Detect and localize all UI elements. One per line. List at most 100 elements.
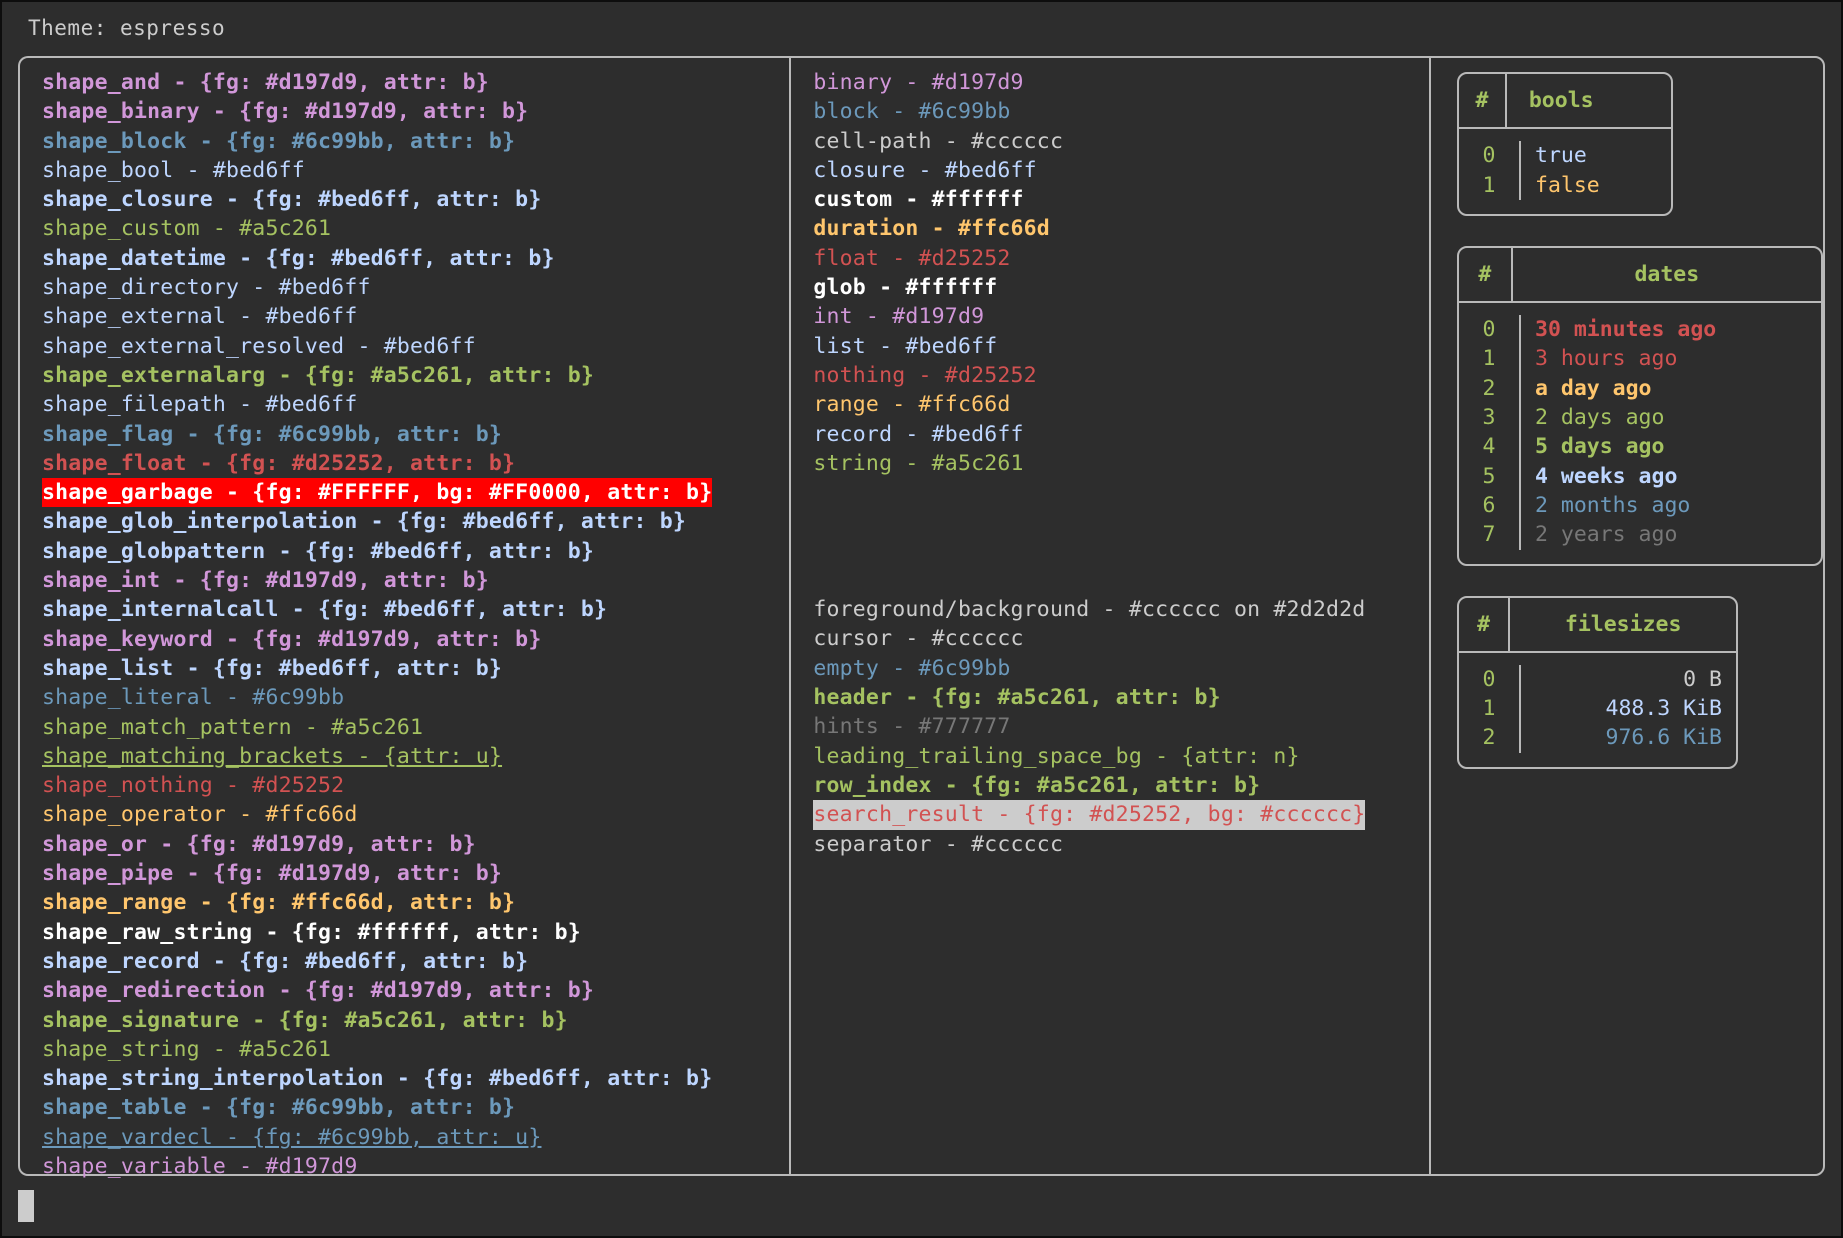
shape-entry: shape_binary - {fg: #d197d9, attr: b} [42, 97, 789, 126]
table-row: 030 minutes ago [1459, 315, 1821, 344]
theme-preview-panels: shape_and - {fg: #d197d9, attr: b}shape_… [18, 56, 1825, 1176]
type-entry: duration - #ffc66d [813, 214, 1429, 243]
shape-entry: shape_internalcall - {fg: #bed6ff, attr:… [42, 595, 789, 624]
type-entry: closure - #bed6ff [813, 156, 1429, 185]
row-index-cell: 1 [1459, 694, 1521, 723]
ui-element-entry: hints - #777777 [813, 712, 1429, 741]
dates-index-header: # [1459, 248, 1513, 301]
row-index-cell: 0 [1459, 665, 1521, 694]
shape-entry: shape_signature - {fg: #a5c261, attr: b} [42, 1006, 789, 1035]
filesizes-table: # filesizes 00 B1488.3 KiB2976.6 KiB [1457, 596, 1738, 769]
dates-table-header: # dates [1459, 248, 1821, 303]
type-entry: float - #d25252 [813, 244, 1429, 273]
terminal-screen: Theme: espresso shape_and - {fg: #d197d9… [2, 2, 1841, 1236]
shape-entry: shape_keyword - {fg: #d197d9, attr: b} [42, 625, 789, 654]
type-entry: custom - #ffffff [813, 185, 1429, 214]
row-value-cell: 2 years ago [1521, 520, 1821, 549]
ui-element-entry: search_result - {fg: #d25252, bg: #ccccc… [813, 800, 1365, 829]
row-index-cell: 1 [1459, 344, 1521, 373]
row-index-cell: 0 [1459, 315, 1521, 344]
bools-index-header: # [1459, 74, 1507, 127]
shape-entry: shape_nothing - #d25252 [42, 771, 789, 800]
row-index-cell: 2 [1459, 374, 1521, 403]
type-entry: glob - #ffffff [813, 273, 1429, 302]
row-value-cell: 4 weeks ago [1521, 462, 1821, 491]
type-entry: range - #ffc66d [813, 390, 1429, 419]
shape-entry: shape_garbage - {fg: #FFFFFF, bg: #FF000… [42, 478, 712, 507]
type-entry: string - #a5c261 [813, 449, 1429, 478]
type-entry: cell-path - #cccccc [813, 127, 1429, 156]
terminal-cursor [18, 1190, 34, 1222]
shapes-column: shape_and - {fg: #d197d9, attr: b}shape_… [18, 56, 789, 1176]
shape-entry: shape_directory - #bed6ff [42, 273, 789, 302]
table-row: 54 weeks ago [1459, 462, 1821, 491]
row-value-cell: 0 B [1521, 665, 1736, 694]
type-entry: binary - #d197d9 [813, 68, 1429, 97]
shape-entry: shape_closure - {fg: #bed6ff, attr: b} [42, 185, 789, 214]
shape-entry: shape_string_interpolation - {fg: #bed6f… [42, 1064, 789, 1093]
types-list: binary - #d197d9block - #6c99bbcell-path… [813, 68, 1429, 478]
shape-entry: shape_external_resolved - #bed6ff [42, 332, 789, 361]
shape-entry: shape_record - {fg: #bed6ff, attr: b} [42, 947, 789, 976]
table-row: 00 B [1459, 665, 1736, 694]
table-row: 0true [1459, 141, 1671, 170]
table-row: 45 days ago [1459, 432, 1821, 461]
type-entry: list - #bed6ff [813, 332, 1429, 361]
types-and-ui-column: binary - #d197d9block - #6c99bbcell-path… [789, 56, 1429, 1176]
row-value-cell: 5 days ago [1521, 432, 1821, 461]
shape-entry: shape_int - {fg: #d197d9, attr: b} [42, 566, 789, 595]
ui-element-entry: leading_trailing_space_bg - {attr: n} [813, 742, 1429, 771]
shape-entry: shape_raw_string - {fg: #ffffff, attr: b… [42, 918, 789, 947]
row-index-cell: 0 [1459, 141, 1521, 170]
shape-entry: shape_or - {fg: #d197d9, attr: b} [42, 830, 789, 859]
filesizes-table-header: # filesizes [1459, 598, 1736, 653]
shape-entry: shape_vardecl - {fg: #6c99bb, attr: u} [42, 1123, 789, 1152]
row-index-cell: 6 [1459, 491, 1521, 520]
bools-table-header: # bools [1459, 74, 1671, 129]
shape-entry: shape_redirection - {fg: #d197d9, attr: … [42, 976, 789, 1005]
shape-entry: shape_list - {fg: #bed6ff, attr: b} [42, 654, 789, 683]
row-value-cell: 30 minutes ago [1521, 315, 1821, 344]
bools-table-body: 0true1false [1459, 129, 1671, 214]
ui-element-entry: header - {fg: #a5c261, attr: b} [813, 683, 1429, 712]
shape-entry: shape_externalarg - {fg: #a5c261, attr: … [42, 361, 789, 390]
type-entry: block - #6c99bb [813, 97, 1429, 126]
shape-entry: shape_datetime - {fg: #bed6ff, attr: b} [42, 244, 789, 273]
shape-entry: shape_external - #bed6ff [42, 302, 789, 331]
row-index-cell: 4 [1459, 432, 1521, 461]
row-index-cell: 5 [1459, 462, 1521, 491]
shape-entry: shape_custom - #a5c261 [42, 214, 789, 243]
shape-entry: shape_filepath - #bed6ff [42, 390, 789, 419]
filesizes-index-header: # [1459, 598, 1510, 651]
shape-entry: shape_matching_brackets - {attr: u} [42, 742, 789, 771]
table-row: 1488.3 KiB [1459, 694, 1736, 723]
type-entry: nothing - #d25252 [813, 361, 1429, 390]
row-value-cell: 3 hours ago [1521, 344, 1821, 373]
dates-title-header: dates [1513, 248, 1821, 301]
shape-entry: shape_table - {fg: #6c99bb, attr: b} [42, 1093, 789, 1122]
ui-element-entry: cursor - #cccccc [813, 624, 1429, 653]
filesizes-table-body: 00 B1488.3 KiB2976.6 KiB [1459, 653, 1736, 767]
sample-tables-column: # bools 0true1false # dates 030 minutes … [1429, 56, 1825, 1176]
row-index-cell: 2 [1459, 723, 1521, 752]
shape-entry: shape_bool - #bed6ff [42, 156, 789, 185]
table-row: 72 years ago [1459, 520, 1821, 549]
shape-entry: shape_block - {fg: #6c99bb, attr: b} [42, 127, 789, 156]
shape-entry: shape_flag - {fg: #6c99bb, attr: b} [42, 420, 789, 449]
theme-label: Theme: espresso [18, 16, 1825, 46]
filesizes-title-header: filesizes [1510, 598, 1736, 651]
table-row: 2976.6 KiB [1459, 723, 1736, 752]
shape-entry: shape_operator - #ffc66d [42, 800, 789, 829]
shape-entry: shape_glob_interpolation - {fg: #bed6ff,… [42, 507, 789, 536]
shape-entry: shape_match_pattern - #a5c261 [42, 713, 789, 742]
table-row: 13 hours ago [1459, 344, 1821, 373]
ui-element-entry: row_index - {fg: #a5c261, attr: b} [813, 771, 1429, 800]
bools-table: # bools 0true1false [1457, 72, 1673, 216]
ui-element-entry: foreground/background - #cccccc on #2d2d… [813, 595, 1429, 624]
table-row: 2a day ago [1459, 374, 1821, 403]
row-value-cell: a day ago [1521, 374, 1821, 403]
shape-entry: shape_range - {fg: #ffc66d, attr: b} [42, 888, 789, 917]
type-entry: record - #bed6ff [813, 420, 1429, 449]
shape-entry: shape_globpattern - {fg: #bed6ff, attr: … [42, 537, 789, 566]
shape-entry: shape_string - #a5c261 [42, 1035, 789, 1064]
